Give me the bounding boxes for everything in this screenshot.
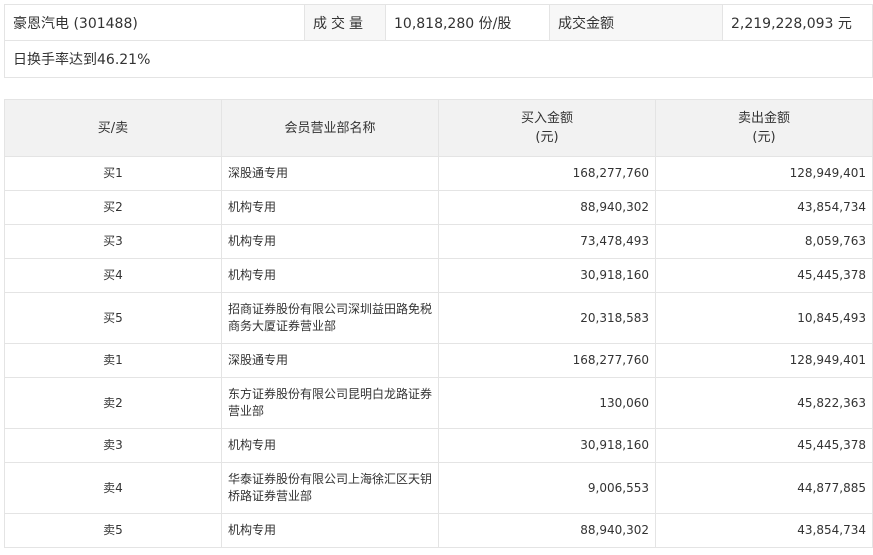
row-sell-amount: 128,949,401 bbox=[655, 343, 873, 378]
turnover-note: 日换手率达到46.21% bbox=[4, 40, 873, 78]
summary-row: 豪恩汽电 (301488) 成交量 10,818,280 份/股 成交金额 2,… bbox=[4, 4, 873, 41]
row-buy-amount: 20,318,583 bbox=[438, 292, 656, 344]
header-sell-amount: 卖出金额 (元) bbox=[655, 99, 873, 157]
row-member: 机构专用 bbox=[221, 428, 439, 463]
row-buy-amount: 88,940,302 bbox=[438, 190, 656, 225]
row-member: 招商证券股份有限公司深圳益田路免税商务大厦证券营业部 bbox=[221, 292, 439, 344]
stock-name: 豪恩汽电 (301488) bbox=[4, 4, 305, 41]
row-side: 卖1 bbox=[4, 343, 222, 378]
row-side: 买3 bbox=[4, 224, 222, 259]
table-row: 买4 机构专用 30,918,160 45,445,378 bbox=[4, 258, 873, 293]
table-row: 卖3 机构专用 30,918,160 45,445,378 bbox=[4, 428, 873, 463]
table-row: 买1 深股通专用 168,277,760 128,949,401 bbox=[4, 156, 873, 191]
volume-value: 10,818,280 份/股 bbox=[385, 4, 550, 41]
table-row: 卖2 东方证券股份有限公司昆明白龙路证券营业部 130,060 45,822,3… bbox=[4, 377, 873, 429]
row-member: 机构专用 bbox=[221, 190, 439, 225]
row-member: 深股通专用 bbox=[221, 343, 439, 378]
row-buy-amount: 130,060 bbox=[438, 377, 656, 429]
table-row: 卖1 深股通专用 168,277,760 128,949,401 bbox=[4, 343, 873, 378]
row-buy-amount: 88,940,302 bbox=[438, 513, 656, 548]
row-sell-amount: 128,949,401 bbox=[655, 156, 873, 191]
stock-summary-table: 豪恩汽电 (301488) 成交量 10,818,280 份/股 成交金额 2,… bbox=[4, 4, 873, 78]
table-row: 卖4 华泰证券股份有限公司上海徐汇区天钥桥路证券营业部 9,006,553 44… bbox=[4, 462, 873, 514]
header-sell-label: 卖出金额 bbox=[737, 111, 790, 126]
header-member: 会员营业部名称 bbox=[221, 99, 439, 157]
row-sell-amount: 44,877,885 bbox=[655, 462, 873, 514]
row-buy-amount: 9,006,553 bbox=[438, 462, 656, 514]
header-buy-amount: 买入金额 (元) bbox=[438, 99, 656, 157]
turnover-row: 日换手率达到46.21% bbox=[4, 40, 873, 78]
row-side: 买2 bbox=[4, 190, 222, 225]
row-sell-amount: 45,445,378 bbox=[655, 258, 873, 293]
row-member: 机构专用 bbox=[221, 258, 439, 293]
row-member: 机构专用 bbox=[221, 224, 439, 259]
row-member: 机构专用 bbox=[221, 513, 439, 548]
row-member: 深股通专用 bbox=[221, 156, 439, 191]
row-side: 卖2 bbox=[4, 377, 222, 429]
trading-detail-table: 买/卖 会员营业部名称 买入金额 (元) 卖出金额 (元) 买1 深股通专用 1… bbox=[4, 99, 873, 548]
row-side: 卖4 bbox=[4, 462, 222, 514]
table-row: 买5 招商证券股份有限公司深圳益田路免税商务大厦证券营业部 20,318,583… bbox=[4, 292, 873, 344]
row-side: 卖5 bbox=[4, 513, 222, 548]
header-side: 买/卖 bbox=[4, 99, 222, 157]
row-sell-amount: 43,854,734 bbox=[655, 190, 873, 225]
row-sell-amount: 45,445,378 bbox=[655, 428, 873, 463]
header-buy-unit: (元) bbox=[535, 130, 559, 145]
row-buy-amount: 168,277,760 bbox=[438, 343, 656, 378]
row-buy-amount: 73,478,493 bbox=[438, 224, 656, 259]
row-side: 买4 bbox=[4, 258, 222, 293]
row-sell-amount: 43,854,734 bbox=[655, 513, 873, 548]
row-side: 卖3 bbox=[4, 428, 222, 463]
row-sell-amount: 45,822,363 bbox=[655, 377, 873, 429]
table-header-row: 买/卖 会员营业部名称 买入金额 (元) 卖出金额 (元) bbox=[4, 99, 873, 157]
amount-value: 2,219,228,093 元 bbox=[722, 4, 873, 41]
table-row: 卖5 机构专用 88,940,302 43,854,734 bbox=[4, 513, 873, 548]
table-row: 买3 机构专用 73,478,493 8,059,763 bbox=[4, 224, 873, 259]
row-sell-amount: 8,059,763 bbox=[655, 224, 873, 259]
row-buy-amount: 30,918,160 bbox=[438, 258, 656, 293]
header-buy-label: 买入金额 bbox=[520, 111, 573, 126]
row-member: 华泰证券股份有限公司上海徐汇区天钥桥路证券营业部 bbox=[221, 462, 439, 514]
volume-label: 成交量 bbox=[304, 4, 386, 41]
header-sell-unit: (元) bbox=[752, 130, 776, 145]
row-buy-amount: 168,277,760 bbox=[438, 156, 656, 191]
row-member: 东方证券股份有限公司昆明白龙路证券营业部 bbox=[221, 377, 439, 429]
row-side: 买1 bbox=[4, 156, 222, 191]
amount-label: 成交金额 bbox=[549, 4, 723, 41]
table-row: 买2 机构专用 88,940,302 43,854,734 bbox=[4, 190, 873, 225]
row-side: 买5 bbox=[4, 292, 222, 344]
row-buy-amount: 30,918,160 bbox=[438, 428, 656, 463]
row-sell-amount: 10,845,493 bbox=[655, 292, 873, 344]
